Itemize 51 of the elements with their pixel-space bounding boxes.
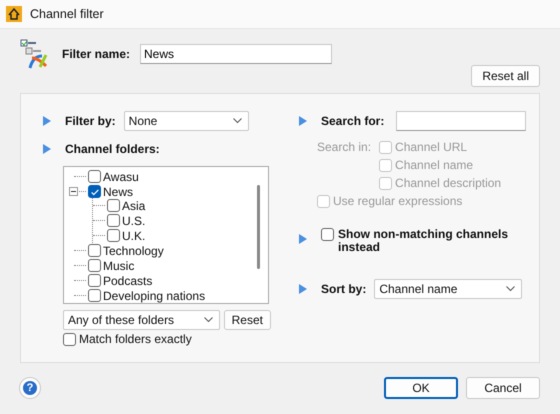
filter-name-field[interactable]: News: [140, 44, 332, 64]
checkbox[interactable]: [88, 185, 101, 198]
scrollbar[interactable]: [257, 185, 260, 269]
channel-folders-label: Channel folders:: [65, 142, 160, 156]
checkbox[interactable]: [88, 289, 101, 302]
help-button[interactable]: ?: [20, 378, 40, 398]
tree-item[interactable]: Asia: [122, 198, 146, 212]
search-for-label: Search for:: [321, 114, 384, 128]
tree-item[interactable]: U.S.: [122, 214, 146, 228]
chevron-down-icon: [204, 317, 213, 323]
match-mode-dropdown[interactable]: Any of these folders: [63, 310, 220, 330]
dialog-button[interactable]: Cancel: [466, 377, 540, 399]
checkbox[interactable]: [88, 274, 101, 287]
checkbox[interactable]: [88, 170, 101, 183]
checkbox[interactable]: [107, 229, 120, 242]
match-folders-exactly-label[interactable]: Match folders exactly: [79, 332, 192, 346]
dialog-button[interactable]: OK: [384, 377, 458, 399]
tree-item[interactable]: Technology: [103, 244, 164, 258]
tree-item[interactable]: U.K.: [122, 228, 146, 242]
triangle-arrow-icon: [43, 144, 51, 154]
tree-item[interactable]: News: [103, 184, 134, 198]
filter-name-label: Filter name:: [62, 47, 130, 61]
checkbox[interactable]: [63, 332, 76, 346]
chevron-down-icon: [232, 118, 242, 124]
filter-by-dropdown[interactable]: None: [124, 111, 249, 131]
tree-item[interactable]: Music: [103, 258, 134, 272]
tree-item[interactable]: Podcasts: [103, 274, 152, 288]
chevron-down-icon: [506, 286, 516, 292]
triangle-arrow-icon: [299, 284, 307, 294]
reset-all-button[interactable]: Reset all: [471, 65, 540, 87]
sort-by-label: Sort by:: [321, 282, 366, 296]
triangle-arrow-icon: [299, 234, 307, 244]
window-title: Channel filter: [30, 7, 104, 21]
triangle-arrow-icon: [43, 116, 51, 126]
reset-button[interactable]: Reset: [224, 310, 271, 330]
app-icon: [6, 6, 22, 22]
tree-item[interactable]: Developing nations: [103, 288, 206, 302]
sort-by-dropdown[interactable]: Channel name: [374, 279, 522, 299]
collapse-icon[interactable]: [69, 187, 78, 196]
filter-by-label: Filter by:: [65, 114, 116, 128]
tree-item[interactable]: Awasu: [103, 170, 139, 184]
checkbox[interactable]: [107, 214, 120, 227]
show-non-matching-label[interactable]: Show non-matching channels instead: [338, 228, 528, 254]
checkbox[interactable]: [321, 228, 334, 241]
checkbox[interactable]: [88, 259, 101, 272]
checkbox[interactable]: [88, 244, 101, 257]
triangle-arrow-icon: [299, 116, 307, 126]
search-in-label: Search in:: [317, 139, 372, 156]
check-icon: [90, 186, 100, 196]
search-field[interactable]: [396, 111, 526, 131]
checkbox[interactable]: [107, 199, 120, 212]
